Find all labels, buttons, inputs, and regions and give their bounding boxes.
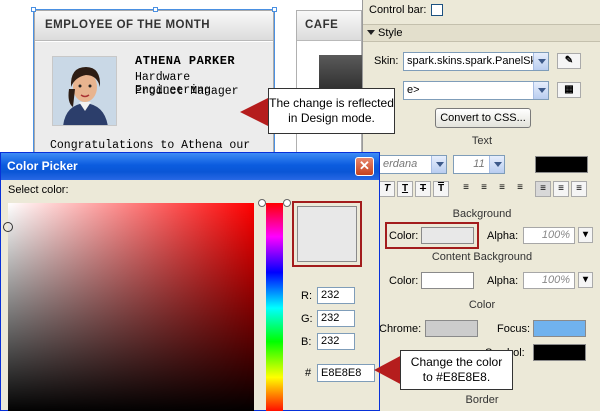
hue-slider-handle[interactable] — [283, 199, 291, 207]
red-input[interactable]: 232 — [317, 287, 355, 304]
select-color-label: Select color: — [8, 184, 69, 196]
skin-edit-icon[interactable]: ✎ — [557, 53, 581, 69]
selection-handle[interactable] — [31, 7, 36, 12]
employee-panel[interactable]: EMPLOYEE OF THE MONTH ATHENA PARKER Hard… — [31, 7, 277, 156]
content-background-section-title: Content Background — [431, 251, 533, 263]
color-picker-titlebar[interactable]: Color Picker ✕ — [1, 153, 379, 180]
control-bar-checkbox[interactable] — [431, 4, 443, 16]
cafe-panel-title: CAFE — [297, 11, 361, 41]
background-alpha-label: Alpha: — [487, 230, 519, 242]
callout-line: The change is reflected — [269, 96, 394, 110]
style-section-title: Style — [378, 27, 403, 39]
design-mode-callout: The change is reflected in Design mode. — [268, 88, 395, 134]
color-preview-highlight — [292, 201, 362, 267]
employee-message: Congratulations to Athena our — [50, 139, 251, 152]
chevron-down-icon[interactable]: ▾ — [578, 227, 593, 243]
content-background-alpha-label: Alpha: — [487, 275, 519, 287]
symbol-color-swatch[interactable] — [533, 344, 586, 361]
color-spectrum[interactable] — [3, 203, 254, 411]
chrome-label: Chrome: — [379, 323, 422, 335]
callout-line: to #E8E8E8. — [422, 370, 491, 384]
employee-title: Product Manager — [135, 85, 239, 98]
employee-name: ATHENA PARKER — [135, 54, 236, 68]
font-size-value: 11 — [473, 158, 485, 170]
chevron-down-icon[interactable]: ▾ — [578, 272, 593, 288]
font-family-value: erdana — [383, 158, 418, 170]
background-alpha-field[interactable]: 100% — [523, 227, 575, 244]
skin-combo-value: spark.skins.spark.PanelSk — [407, 55, 536, 67]
strikethrough-button[interactable]: T — [415, 181, 431, 197]
style-combo-value: e> — [407, 84, 420, 96]
italic-button[interactable]: T — [379, 181, 395, 197]
chevron-down-icon[interactable] — [431, 156, 446, 173]
blue-input[interactable]: 232 — [317, 333, 355, 350]
blue-label: B: — [301, 336, 312, 348]
chrome-color-swatch[interactable] — [425, 320, 478, 337]
selection-handle[interactable] — [153, 7, 158, 12]
selection-handle[interactable] — [272, 7, 277, 12]
underline-button[interactable]: T — [397, 181, 413, 197]
list-left-icon[interactable]: ≡ — [535, 181, 551, 197]
hex-label: # — [305, 367, 312, 379]
background-color-label: Color: — [389, 230, 419, 242]
color-preview-swatch — [297, 206, 357, 262]
green-input[interactable]: 232 — [317, 310, 355, 327]
border-section-title: Border — [465, 394, 499, 406]
focus-label: Focus: — [497, 323, 531, 335]
close-icon[interactable]: ✕ — [355, 157, 374, 176]
font-color-swatch[interactable] — [535, 156, 588, 173]
list-center-icon[interactable]: ≡ — [553, 181, 569, 197]
background-section-title: Background — [452, 208, 512, 220]
hue-slider[interactable] — [258, 199, 291, 411]
focus-color-swatch[interactable] — [533, 320, 586, 337]
screen: EMPLOYEE OF THE MONTH ATHENA PARKER Hard… — [0, 0, 600, 411]
content-background-alpha-field[interactable]: 100% — [523, 272, 575, 289]
convert-to-css-button[interactable]: Convert to CSS... — [435, 108, 531, 128]
align-justify-icon[interactable]: ≡ — [512, 181, 528, 197]
list-right-icon[interactable]: ≡ — [571, 181, 587, 197]
content-background-color-swatch[interactable] — [421, 272, 474, 289]
font-size-combo[interactable]: 11 — [453, 155, 505, 174]
change-color-callout: Change the color to #E8E8E8. — [400, 350, 513, 390]
skin-label: Skin: — [374, 55, 399, 67]
background-color-swatch[interactable] — [421, 227, 474, 244]
spectrum-cursor-icon[interactable] — [3, 222, 13, 232]
callout-line: Change the color — [410, 355, 503, 369]
style-combo[interactable]: e> — [403, 81, 549, 100]
text-section-title: Text — [471, 135, 493, 147]
red-label: R: — [301, 290, 312, 302]
green-label: G: — [301, 313, 313, 325]
callout-line: in Design mode. — [288, 111, 375, 125]
hue-slider-handle[interactable] — [258, 199, 266, 207]
color-picker-title: Color Picker — [7, 159, 78, 173]
employee-panel-title: EMPLOYEE OF THE MONTH — [35, 11, 273, 41]
skin-combo[interactable]: spark.skins.spark.PanelSk — [403, 52, 549, 71]
chevron-down-icon[interactable] — [533, 82, 548, 99]
control-bar-label: Control bar: — [369, 4, 427, 16]
align-right-icon[interactable]: ≡ — [494, 181, 510, 197]
employee-photo — [52, 56, 117, 126]
style-menu-icon[interactable]: ▦ — [557, 82, 581, 98]
chevron-down-icon[interactable] — [489, 156, 504, 173]
hex-input[interactable]: E8E8E8 — [317, 364, 375, 382]
color-picker-dialog: Color Picker ✕ Select color: R: 232 G: 2… — [0, 152, 380, 411]
callout-arrow-icon — [240, 96, 272, 128]
collapse-triangle-icon — [367, 30, 375, 35]
font-family-combo[interactable]: erdana — [379, 155, 447, 174]
content-background-color-label: Color: — [389, 275, 419, 287]
align-center-icon[interactable]: ≡ — [476, 181, 492, 197]
overline-button[interactable]: T — [433, 181, 449, 197]
color-section-title: Color — [468, 299, 496, 311]
style-section-header[interactable]: Style — [363, 24, 600, 42]
chevron-down-icon[interactable] — [533, 53, 548, 70]
align-left-icon[interactable]: ≡ — [458, 181, 474, 197]
